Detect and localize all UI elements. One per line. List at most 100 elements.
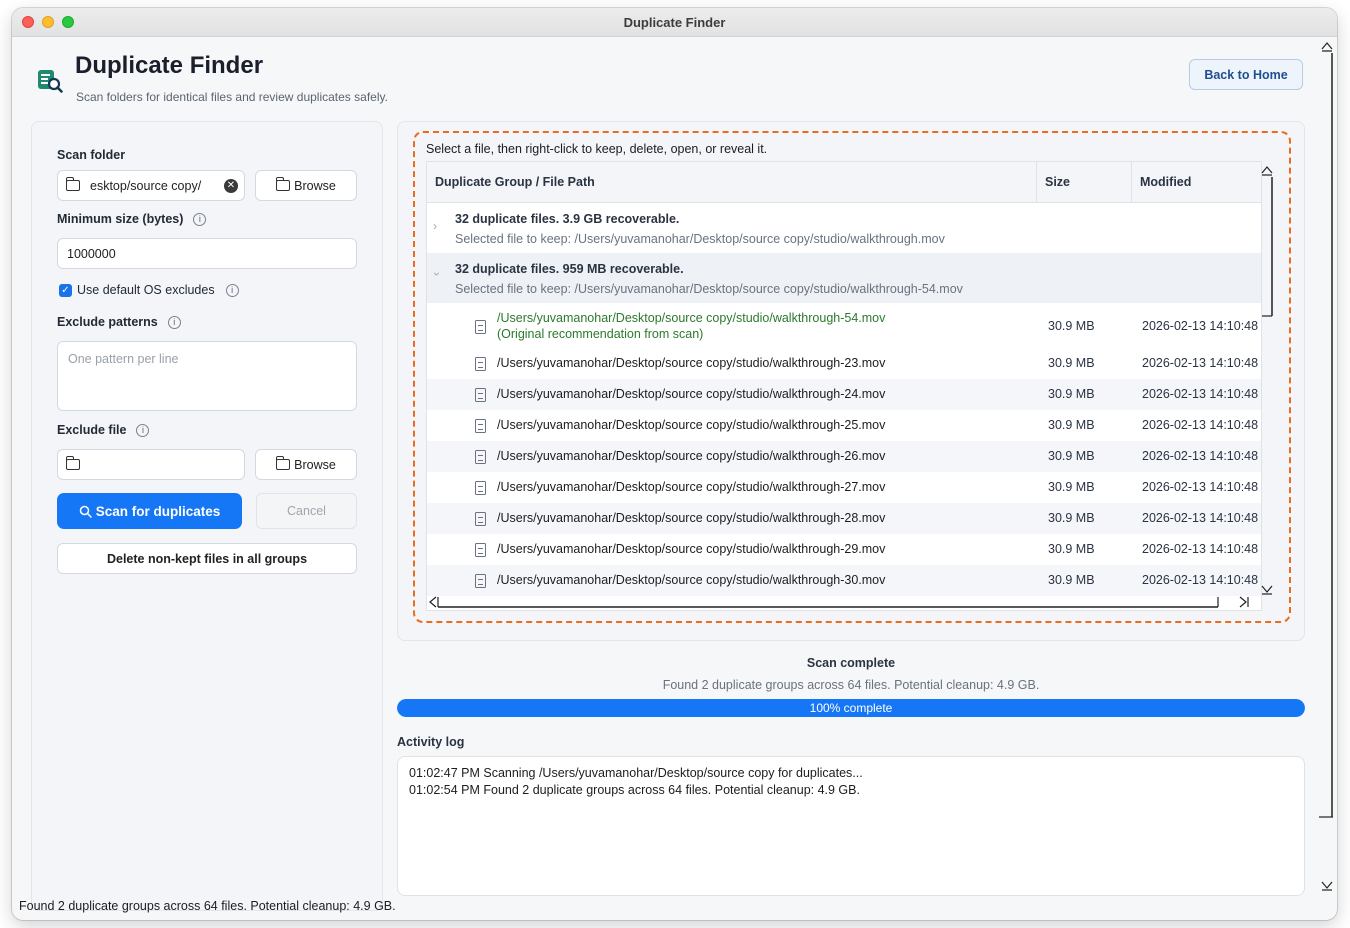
file-row[interactable]: /Users/yuvamanohar/Desktop/source copy/s… bbox=[427, 503, 1261, 534]
status-summary: Found 2 duplicate groups across 64 files… bbox=[662, 678, 1040, 692]
column-header-modified[interactable]: Modified bbox=[1131, 162, 1261, 202]
file-note: (Original recommendation from scan) bbox=[497, 327, 704, 341]
scan-button-label: Scan for duplicates bbox=[95, 503, 221, 519]
info-icon[interactable]: i bbox=[167, 315, 181, 329]
browse-exclude-file-button[interactable]: Browse bbox=[255, 449, 357, 480]
file-row[interactable]: /Users/yuvamanohar/Desktop/source copy/s… bbox=[427, 472, 1261, 503]
table-horizontal-scrollbar[interactable] bbox=[426, 595, 1260, 609]
document-icon bbox=[475, 388, 486, 402]
file-modified: 2026-02-13 14:10:48 bbox=[1142, 480, 1259, 494]
document-icon bbox=[475, 574, 486, 588]
file-size: 30.9 MB bbox=[1048, 573, 1095, 587]
file-path: /Users/yuvamanohar/Desktop/source copy/s… bbox=[497, 480, 886, 494]
back-to-home-button[interactable]: Back to Home bbox=[1189, 59, 1303, 90]
browse-folder-label: Browse bbox=[294, 178, 336, 193]
document-icon bbox=[475, 543, 486, 557]
progress-label: 100% complete bbox=[809, 701, 893, 715]
search-icon bbox=[79, 505, 92, 518]
min-size-input[interactable]: 1000000 bbox=[57, 238, 357, 269]
file-row[interactable]: /Users/yuvamanohar/Desktop/source copy/s… bbox=[427, 565, 1261, 596]
group-title: 32 duplicate files. 959 MB recoverable. bbox=[455, 262, 684, 276]
group-row[interactable]: › 32 duplicate files. 959 MB recoverable… bbox=[427, 253, 1261, 303]
scan-folder-value: esktop/source copy/ bbox=[90, 178, 202, 193]
app-window: Duplicate Finder Duplicate Finder Scan f… bbox=[12, 8, 1337, 920]
file-path: /Users/yuvamanohar/Desktop/source copy/s… bbox=[497, 542, 886, 556]
table-header: Duplicate Group / File Path Size Modifie… bbox=[427, 162, 1261, 203]
file-path: /Users/yuvamanohar/Desktop/source copy/s… bbox=[497, 511, 886, 525]
duplicate-finder-icon bbox=[38, 70, 63, 93]
file-row[interactable]: /Users/yuvamanohar/Desktop/source copy/s… bbox=[427, 441, 1261, 472]
file-path: /Users/yuvamanohar/Desktop/source copy/s… bbox=[497, 573, 886, 587]
file-row[interactable]: /Users/yuvamanohar/Desktop/source copy/s… bbox=[427, 410, 1261, 441]
duplicates-table[interactable]: Duplicate Group / File Path Size Modifie… bbox=[426, 161, 1262, 611]
default-excludes-checkbox[interactable]: ✓ bbox=[59, 283, 72, 297]
scan-for-duplicates-button[interactable]: Scan for duplicates bbox=[57, 493, 242, 529]
file-row[interactable]: /Users/yuvamanohar/Desktop/source copy/s… bbox=[427, 348, 1261, 379]
file-size: 30.9 MB bbox=[1048, 319, 1095, 333]
default-excludes-label: Use default OS excludes bbox=[77, 283, 215, 297]
exclude-patterns-textarea[interactable]: One pattern per line bbox=[57, 341, 357, 411]
group-keep-path: Selected file to keep: /Users/yuvamanoha… bbox=[455, 282, 963, 296]
document-icon bbox=[475, 419, 486, 433]
file-path: /Users/yuvamanohar/Desktop/source copy/s… bbox=[497, 387, 886, 401]
file-path: /Users/yuvamanohar/Desktop/source copy/s… bbox=[497, 311, 886, 325]
chevron-down-icon[interactable]: › bbox=[430, 272, 444, 276]
scan-folder-label: Scan folder bbox=[57, 148, 125, 162]
file-modified: 2026-02-13 14:10:48 bbox=[1142, 449, 1259, 463]
page-subtitle: Scan folders for identical files and rev… bbox=[76, 90, 388, 104]
file-size: 30.9 MB bbox=[1048, 480, 1095, 494]
folder-icon bbox=[66, 177, 80, 191]
info-icon[interactable]: i bbox=[193, 212, 207, 226]
folder-open-icon bbox=[276, 177, 291, 191]
cancel-button[interactable]: Cancel bbox=[256, 493, 357, 529]
file-path: /Users/yuvamanohar/Desktop/source copy/s… bbox=[497, 449, 886, 463]
file-modified: 2026-02-13 14:10:48 bbox=[1142, 356, 1259, 370]
log-entry: 01:02:47 PM Scanning /Users/yuvamanohar/… bbox=[409, 766, 863, 780]
results-hint: Select a file, then right-click to keep,… bbox=[426, 142, 768, 156]
file-row[interactable]: /Users/yuvamanohar/Desktop/source copy/s… bbox=[427, 534, 1261, 565]
scan-folder-label-text: Scan folder bbox=[57, 148, 126, 162]
window-title: Duplicate Finder bbox=[623, 15, 726, 30]
document-icon bbox=[475, 450, 486, 464]
file-path: /Users/yuvamanohar/Desktop/source copy/s… bbox=[497, 356, 886, 370]
column-header-path[interactable]: Duplicate Group / File Path bbox=[427, 162, 1036, 202]
folder-open-icon bbox=[276, 456, 291, 470]
folder-icon bbox=[66, 456, 80, 470]
info-icon[interactable]: i bbox=[225, 283, 239, 297]
group-keep-path: Selected file to keep: /Users/yuvamanoha… bbox=[455, 232, 945, 246]
file-modified: 2026-02-13 14:10:48 bbox=[1142, 319, 1259, 333]
file-size: 30.9 MB bbox=[1048, 418, 1095, 432]
log-entry: 01:02:54 PM Found 2 duplicate groups acr… bbox=[409, 783, 860, 797]
group-title: 32 duplicate files. 3.9 GB recoverable. bbox=[455, 212, 680, 226]
chevron-right-icon[interactable]: › bbox=[433, 219, 437, 233]
scan-progress-bar: 100% complete bbox=[397, 699, 1305, 717]
activity-log[interactable]: 01:02:47 PM Scanning /Users/yuvamanohar/… bbox=[397, 756, 1305, 896]
browse-exclude-file-label: Browse bbox=[294, 457, 336, 472]
column-header-size[interactable]: Size bbox=[1036, 162, 1131, 202]
main-content: Duplicate Finder Scan folders for identi… bbox=[12, 37, 1337, 920]
file-row[interactable]: /Users/yuvamanohar/Desktop/source copy/s… bbox=[427, 304, 1261, 348]
info-icon[interactable]: i bbox=[136, 423, 150, 437]
document-icon bbox=[475, 512, 486, 526]
exclude-patterns-placeholder: One pattern per line bbox=[68, 352, 179, 366]
clear-icon[interactable]: ✕ bbox=[224, 179, 238, 193]
window-vertical-scrollbar[interactable] bbox=[1319, 37, 1335, 897]
file-size: 30.9 MB bbox=[1048, 356, 1095, 370]
page-title: Duplicate Finder bbox=[75, 52, 264, 79]
exclude-file-label: Exclude file i bbox=[57, 423, 150, 437]
document-icon bbox=[475, 357, 486, 371]
browse-folder-button[interactable]: Browse bbox=[255, 170, 357, 201]
table-vertical-scrollbar[interactable] bbox=[1260, 161, 1274, 609]
file-modified: 2026-02-13 14:10:48 bbox=[1142, 387, 1259, 401]
scan-folder-field[interactable]: esktop/source copy/ ✕ bbox=[57, 170, 245, 201]
status-title: Scan complete bbox=[806, 656, 896, 670]
exclude-file-field[interactable] bbox=[57, 449, 245, 480]
delete-non-kept-button[interactable]: Delete non-kept files in all groups bbox=[57, 543, 357, 574]
file-modified: 2026-02-13 14:10:48 bbox=[1142, 542, 1259, 556]
file-size: 30.9 MB bbox=[1048, 511, 1095, 525]
group-row[interactable]: › 32 duplicate files. 3.9 GB recoverable… bbox=[427, 203, 1261, 253]
file-row[interactable]: /Users/yuvamanohar/Desktop/source copy/s… bbox=[427, 379, 1261, 410]
footer-status: Found 2 duplicate groups across 64 files… bbox=[19, 899, 396, 913]
min-size-value: 1000000 bbox=[67, 246, 116, 261]
document-icon bbox=[475, 481, 486, 495]
